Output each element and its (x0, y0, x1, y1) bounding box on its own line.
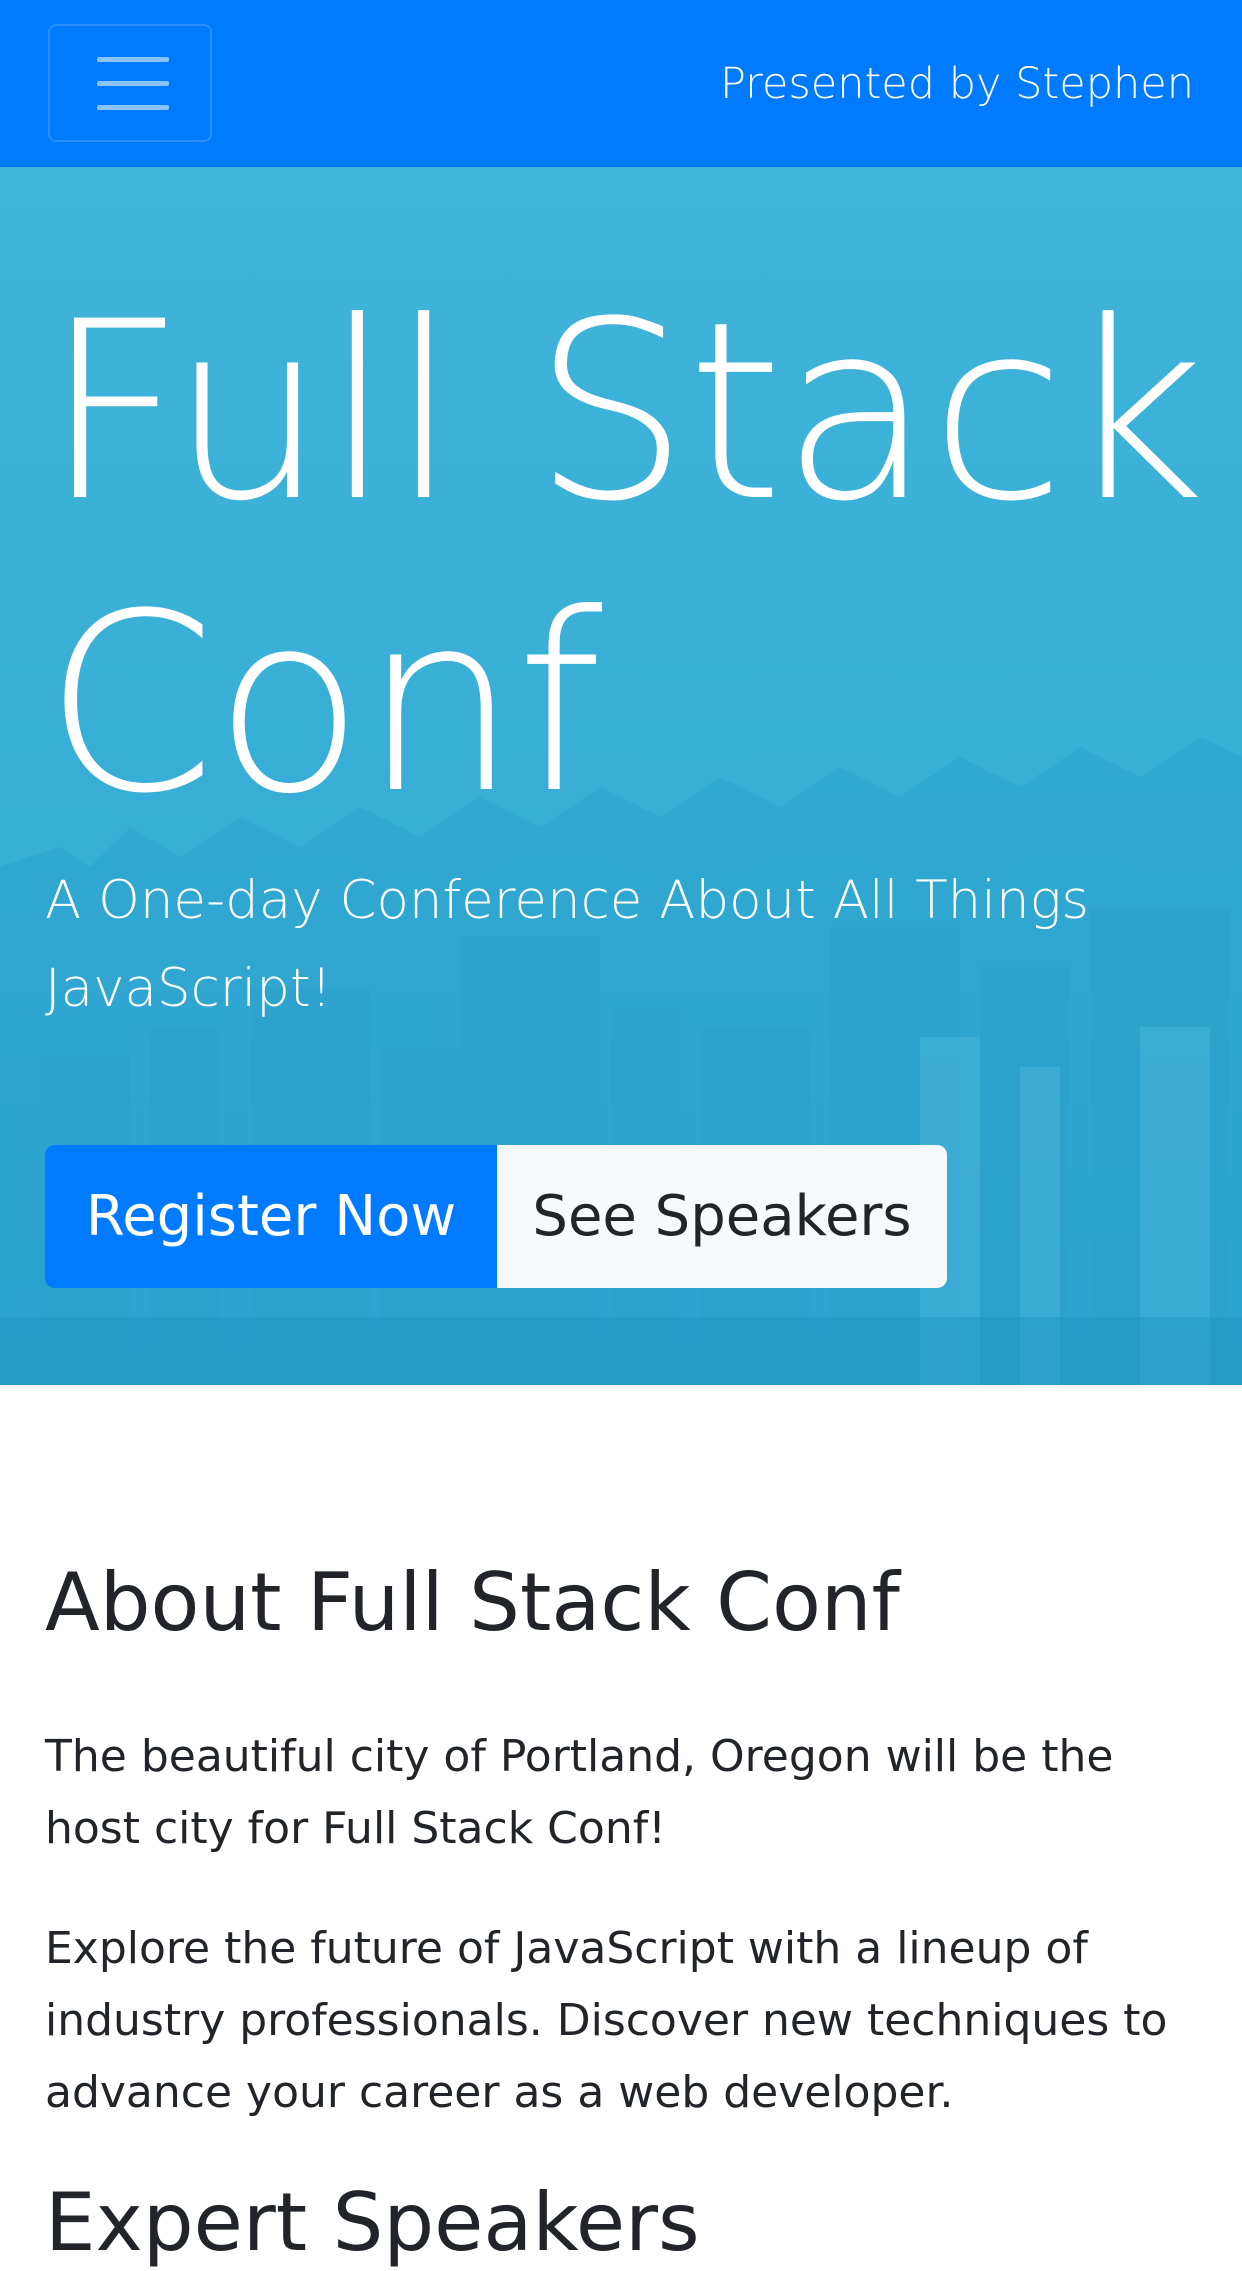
about-section-title: About Full Stack Conf (45, 1556, 900, 1649)
about-paragraph-2: Explore the future of JavaScript with a … (45, 1923, 1168, 2118)
hamburger-menu-icon (97, 57, 169, 62)
hero-title: Full Stack Conf (44, 270, 1206, 848)
top-navbar: Presented by Stephen (0, 0, 1242, 167)
navbar-brand[interactable]: Presented by Stephen (720, 58, 1194, 110)
hero-button-group: Register Now See Speakers (45, 1145, 947, 1288)
hero-lead: A One-day Conference About All Things Ja… (45, 870, 1089, 1019)
see-speakers-button[interactable]: See Speakers (497, 1145, 947, 1288)
navbar-toggler-button[interactable] (48, 24, 212, 142)
register-now-button[interactable]: Register Now (45, 1145, 497, 1288)
speakers-section-title: Expert Speakers (45, 2176, 700, 2269)
hero-jumbotron: Full Stack Conf A One-day Conference Abo… (0, 167, 1242, 1385)
about-paragraph-1: The beautiful city of Portland, Oregon w… (45, 1731, 1114, 1854)
